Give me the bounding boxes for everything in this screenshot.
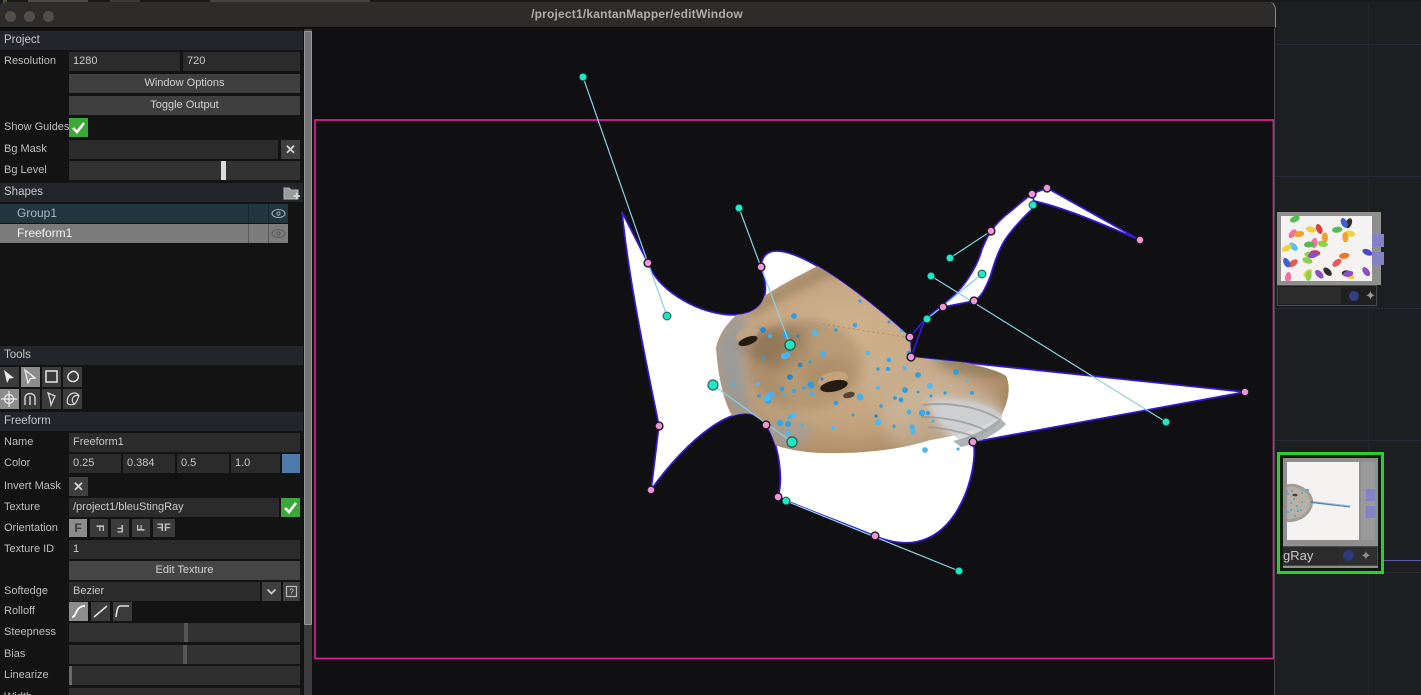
svg-text:?: ? — [289, 587, 294, 597]
